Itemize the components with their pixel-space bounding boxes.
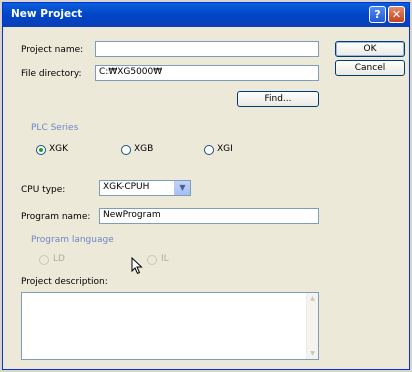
program-name-input[interactable]: NewProgram [99,208,319,224]
program-name-label: Program name: [21,212,91,222]
cpu-type-label: CPU type: [21,185,66,195]
file-directory-input[interactable]: C:₩XG5000₩ [95,65,319,81]
file-directory-label: File directory: [21,69,82,79]
plc-xgk-label: XGK [49,144,69,154]
language-il-label: IL [161,254,169,264]
language-ld-label: LD [53,254,65,264]
close-button[interactable]: ✕ [388,6,405,23]
help-button[interactable]: ? [369,6,386,23]
project-description-label: Project description: [21,277,108,287]
dialog-title: New Project [11,8,83,20]
project-name-label: Project name: [21,45,84,55]
scroll-up-icon[interactable]: ▲ [308,294,317,303]
description-scrollbar[interactable]: ▲ ▼ [306,293,318,359]
plc-series-title: PLC Series [31,123,79,133]
program-language-title: Program language [31,235,114,245]
plc-xgb-radio[interactable] [121,145,131,155]
cpu-type-value: XGK-CPUH [103,182,150,192]
close-icon: ✕ [391,8,402,21]
new-project-dialog: New Project ? ✕ Project name: File direc… [2,2,410,370]
cancel-button[interactable]: Cancel [335,60,405,76]
project-description-textarea[interactable]: ▲ ▼ [21,292,319,360]
ok-button[interactable]: OK [335,41,405,57]
mouse-pointer-icon [131,256,143,279]
help-icon: ? [374,8,381,21]
plc-xgb-label: XGB [134,144,154,154]
chevron-down-icon[interactable]: ▼ [174,181,190,195]
plc-xgi-radio[interactable] [204,145,214,155]
plc-xgi-label: XGI [217,144,233,154]
cpu-type-select[interactable]: XGK-CPUH ▼ [99,180,191,196]
language-ld-radio[interactable] [39,255,49,265]
plc-xgk-radio[interactable] [36,145,46,155]
title-bar[interactable]: New Project ? ✕ [3,3,409,27]
project-name-input[interactable] [95,41,319,57]
find-button[interactable]: Find... [237,91,319,107]
language-il-radio[interactable] [147,255,157,265]
scroll-down-icon[interactable]: ▼ [308,349,317,358]
